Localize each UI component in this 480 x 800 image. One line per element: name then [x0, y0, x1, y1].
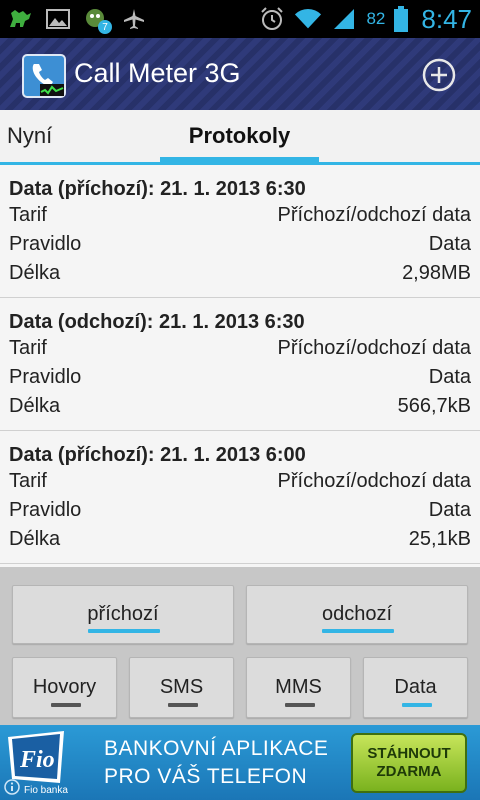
tab-now[interactable]: Nyní: [7, 110, 52, 162]
entry-row-length: Délka 25,1kB: [9, 525, 471, 554]
toggle-indicator: [402, 703, 432, 707]
list-item[interactable]: Data (příchozí): 21. 1. 2013 6:30 Tarif …: [0, 165, 480, 298]
row-label: Pravidlo: [9, 233, 82, 255]
ad-subheadline: PRO VÁŠ TELEFON: [104, 765, 308, 788]
battery-icon: [393, 6, 409, 32]
toggle-indicator: [285, 703, 315, 707]
ad-banner[interactable]: Fio Fio banka BANKOVNÍ APLIKACE PRO VÁŠ …: [0, 725, 480, 800]
airplane-icon: [120, 6, 148, 32]
filter-sms-button[interactable]: SMS: [129, 657, 234, 718]
filter-data-button[interactable]: Data: [363, 657, 468, 718]
action-bar: Call Meter 3G: [0, 38, 480, 110]
toggle-indicator: [168, 703, 198, 707]
status-bar: 7 82 8:47: [0, 0, 480, 38]
entry-row-length: Délka 2,98MB: [9, 259, 471, 288]
row-label: Délka: [9, 395, 61, 417]
add-icon[interactable]: [422, 58, 456, 92]
status-bar-notifications: 7: [6, 6, 148, 34]
row-label: Pravidlo: [9, 366, 82, 388]
entry-title: Data (příchozí): 21. 1. 2013 6:30: [9, 178, 306, 200]
row-value: 25,1kB: [408, 528, 471, 550]
row-label: Tarif: [9, 337, 47, 359]
entry-title: Data (příchozí): 21. 1. 2013 6:00: [9, 444, 306, 466]
filter-mms-button[interactable]: MMS: [246, 657, 351, 718]
row-value: Data: [428, 366, 471, 388]
filter-label: Data: [394, 676, 437, 698]
log-list[interactable]: Data (příchozí): 21. 1. 2013 6:30 Tarif …: [0, 165, 480, 567]
ad-bank-name: Fio banka: [24, 785, 68, 796]
status-bar-system: 82 8:47: [258, 0, 472, 38]
row-label: Tarif: [9, 204, 47, 226]
list-item[interactable]: Data (odchozí): 21. 1. 2013 6:30 Tarif P…: [0, 298, 480, 431]
app-phone-icon: [22, 54, 66, 98]
toggle-indicator: [51, 703, 81, 707]
filter-outgoing-button[interactable]: odchozí: [246, 585, 468, 644]
entry-row-rule: Pravidlo Data: [9, 363, 471, 392]
row-value: Příchozí/odchozí data: [277, 337, 471, 359]
notification-badge-icon: 7: [82, 6, 112, 34]
entry-row-tariff: Tarif Příchozí/odchozí data: [9, 334, 471, 363]
wifi-icon: [294, 6, 322, 32]
fio-logo-text: Fio: [19, 747, 55, 773]
row-value: Data: [428, 233, 471, 255]
row-label: Tarif: [9, 470, 47, 492]
ad-download-button[interactable]: STÁHNOUT ZDARMA: [351, 733, 467, 793]
filter-panel: příchozí odchozí Hovory SMS MMS Data: [0, 567, 480, 725]
entry-row-rule: Pravidlo Data: [9, 230, 471, 259]
row-value: Příchozí/odchozí data: [277, 204, 471, 226]
tab-logs[interactable]: Protokoly: [160, 110, 319, 165]
row-value: Příchozí/odchozí data: [277, 470, 471, 492]
entry-row-tariff: Tarif Příchozí/odchozí data: [9, 467, 471, 496]
ad-cta-line2: ZDARMA: [376, 763, 442, 780]
filter-label: odchozí: [321, 603, 393, 625]
signal-icon: [330, 6, 358, 32]
entry-row-rule: Pravidlo Data: [9, 496, 471, 525]
filter-label: MMS: [275, 676, 322, 698]
entry-row-tariff: Tarif Příchozí/odchozí data: [9, 201, 471, 230]
row-value: 2,98MB: [402, 262, 471, 284]
filter-label: Hovory: [32, 676, 97, 698]
filter-calls-button[interactable]: Hovory: [12, 657, 117, 718]
filter-incoming-button[interactable]: příchozí: [12, 585, 234, 644]
app-title: Call Meter 3G: [74, 58, 241, 88]
ad-headline: BANKOVNÍ APLIKACE: [104, 737, 329, 760]
ad-cta-line1: STÁHNOUT: [367, 745, 451, 762]
row-value: Data: [428, 499, 471, 521]
row-label: Pravidlo: [9, 499, 82, 521]
clock: 8:47: [421, 3, 472, 34]
toggle-indicator: [88, 629, 160, 633]
row-value: 566,7kB: [397, 395, 471, 417]
row-label: Délka: [9, 262, 61, 284]
filter-label: SMS: [159, 676, 204, 698]
notification-count: 7: [98, 20, 112, 34]
battery-percent: 82: [366, 9, 386, 28]
entry-title: Data (odchozí): 21. 1. 2013 6:30: [9, 311, 305, 333]
toggle-indicator: [322, 629, 394, 633]
entry-row-length: Délka 566,7kB: [9, 392, 471, 421]
info-icon[interactable]: [4, 779, 20, 795]
list-item[interactable]: Data (příchozí): 21. 1. 2013 6:00 Tarif …: [0, 431, 480, 564]
android-dino-icon: [6, 6, 34, 32]
row-label: Délka: [9, 528, 61, 550]
tab-bar: Nyní Protokoly: [0, 110, 480, 165]
filter-label: příchozí: [87, 603, 159, 625]
image-icon: [44, 6, 72, 32]
alarm-clock-icon: [258, 6, 286, 32]
